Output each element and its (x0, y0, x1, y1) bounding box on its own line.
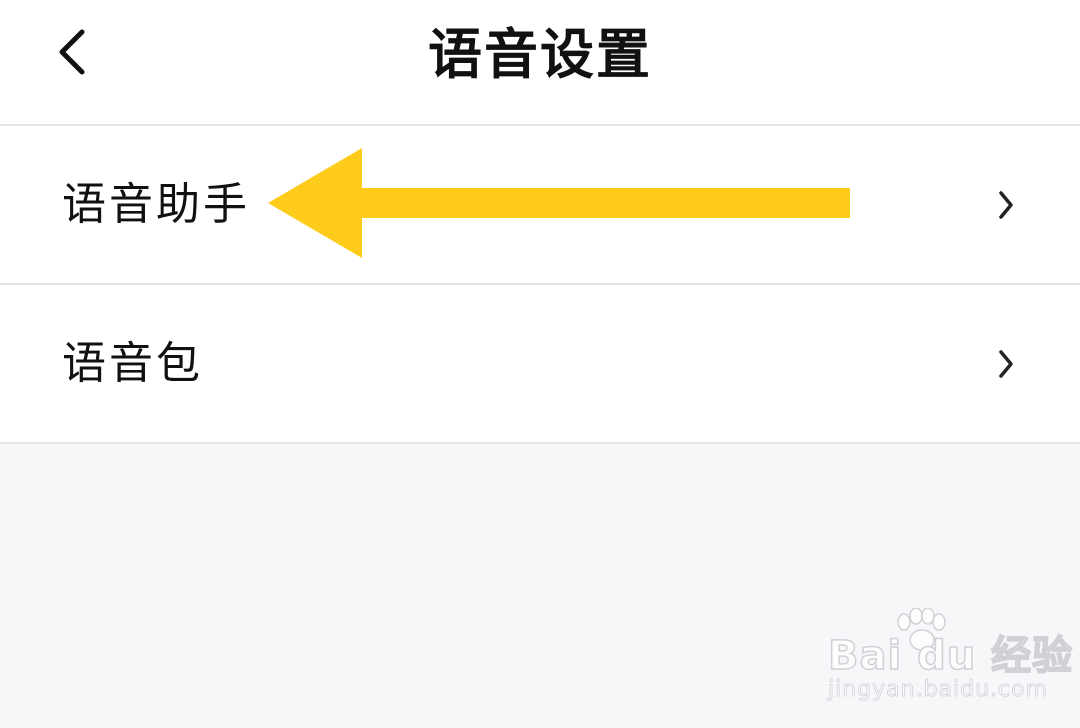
top-bar: 语音设置 (0, 0, 1080, 126)
settings-row-voice-pack[interactable]: 语音包 (0, 285, 1080, 444)
baidu-jingyan-watermark: Bai du 经验 jingyan.baidu.com (820, 604, 1073, 714)
watermark-url: jingyan.baidu.com (828, 677, 1049, 703)
settings-row-voice-assistant[interactable]: 语音助手 (0, 126, 1080, 285)
chevron-right-icon (994, 344, 1018, 384)
settings-row-label: 语音包 (62, 337, 203, 389)
settings-list: 语音助手 语音包 (0, 126, 1080, 444)
watermark-brand: Bai du 经验 (827, 632, 1074, 680)
chevron-right-icon (994, 185, 1018, 225)
settings-row-label: 语音助手 (62, 178, 250, 230)
page-title: 语音设置 (428, 23, 652, 86)
